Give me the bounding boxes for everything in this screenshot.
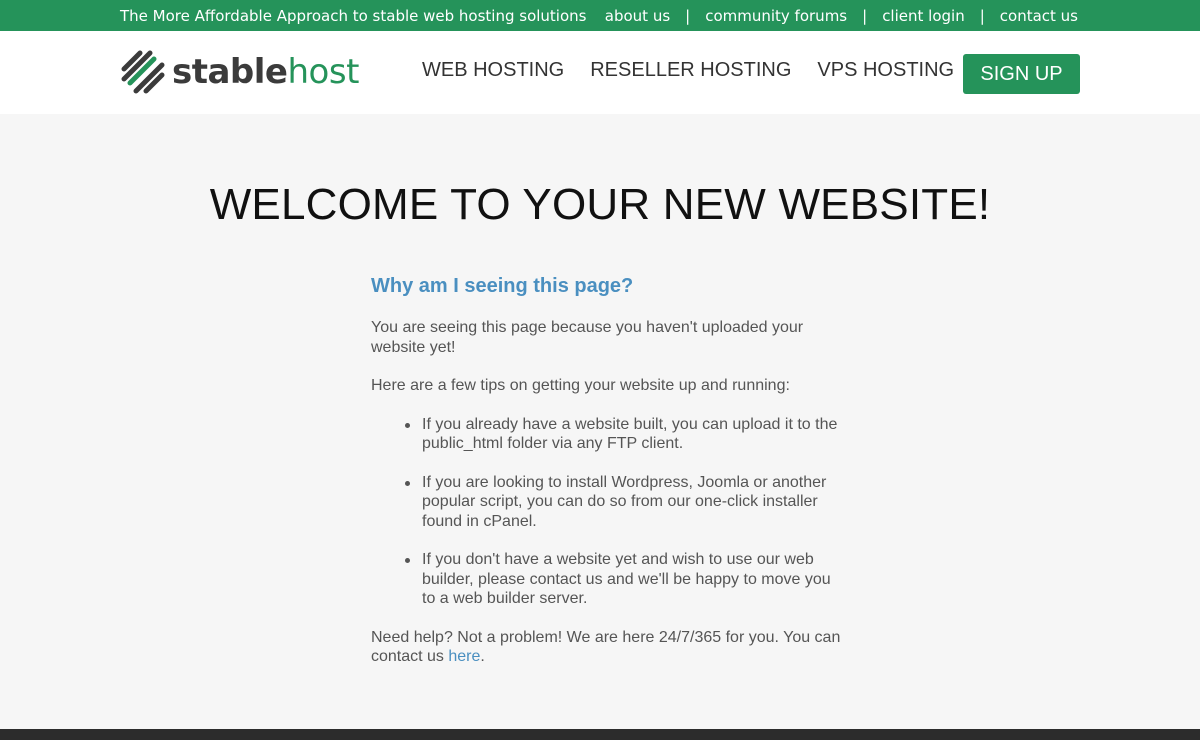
tips-intro: Here are a few tips on getting your webs…: [371, 377, 790, 394]
top-links: about us | community forums | client log…: [605, 7, 1078, 25]
nav-vps-hosting[interactable]: VPS HOSTING: [817, 59, 954, 82]
site-logo[interactable]: stablehost: [120, 49, 359, 95]
help-text: Need help? Not a problem! We are here 24…: [371, 628, 851, 667]
community-forums-link[interactable]: community forums: [705, 7, 847, 25]
about-us-link[interactable]: about us: [605, 7, 670, 25]
top-bar: The More Affordable Approach to stable w…: [0, 0, 1200, 31]
nav-web-hosting[interactable]: WEB HOSTING: [422, 59, 564, 82]
intro-text: You are seeing this page because you hav…: [371, 319, 804, 356]
main-nav: WEB HOSTING RESELLER HOSTING VPS HOSTING: [422, 59, 980, 82]
separator: |: [862, 7, 868, 25]
site-header: stablehost WEB HOSTING RESELLER HOSTING …: [0, 31, 1200, 114]
contact-us-link[interactable]: contact us: [1000, 7, 1078, 25]
help-text-body: Need help? Not a problem! We are here 24…: [371, 628, 841, 666]
separator: |: [685, 7, 691, 25]
separator: |: [979, 7, 985, 25]
main-content: Why am I seeing this page? You are seein…: [371, 274, 851, 686]
nav-reseller-hosting[interactable]: RESELLER HOSTING: [590, 59, 791, 82]
list-item: If you don't have a website yet and wish…: [405, 550, 847, 609]
footer-bar: [0, 729, 1200, 740]
list-item: If you are looking to install Wordpress,…: [405, 473, 847, 532]
logo-text-host: host: [287, 52, 360, 92]
logo-text-stable: stable: [172, 52, 288, 92]
client-login-link[interactable]: client login: [882, 7, 965, 25]
help-text-end: .: [480, 648, 485, 665]
stablehost-logo-icon: [121, 50, 165, 94]
contact-here-link[interactable]: here: [448, 648, 480, 665]
page-title: WELCOME TO YOUR NEW WEBSITE!: [209, 180, 991, 229]
list-item: If you already have a website built, you…: [405, 415, 847, 454]
logo-text: stablehost: [172, 55, 359, 89]
sign-up-button[interactable]: SIGN UP: [963, 54, 1080, 94]
tips-list: If you already have a website built, you…: [405, 415, 851, 609]
tagline: The More Affordable Approach to stable w…: [120, 7, 587, 25]
section-heading: Why am I seeing this page?: [371, 275, 634, 297]
